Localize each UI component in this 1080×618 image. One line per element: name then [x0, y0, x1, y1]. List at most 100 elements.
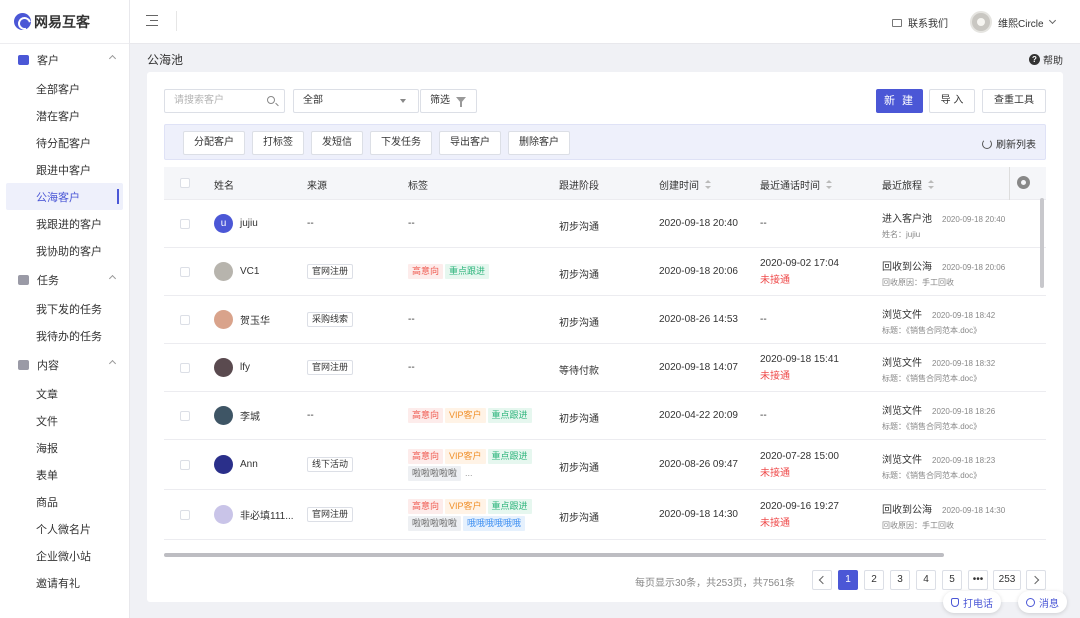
- page-button[interactable]: 5: [942, 570, 962, 590]
- call-button[interactable]: 打电话: [943, 591, 1001, 613]
- menu-collapse-icon[interactable]: [146, 15, 158, 26]
- customer-name: VC1: [240, 266, 260, 277]
- journey-cell: 回收到公海 2020-09-18 20:06 回收原因：手工回收: [882, 258, 1005, 288]
- column-header-last-call[interactable]: 最近通话时间: [760, 177, 832, 192]
- sidebar-item[interactable]: 海报: [0, 434, 129, 461]
- sidebar-item[interactable]: 企业微小站: [0, 542, 129, 569]
- logo[interactable]: 网易互客: [0, 0, 129, 44]
- sidebar-item[interactable]: 我跟进的客户: [0, 210, 129, 237]
- filter-button[interactable]: 筛选: [420, 89, 477, 113]
- table-row[interactable]: lfy 官网注册 -- 等待付款 2020-09-18 14:07 2020-09-18 …: [164, 344, 1046, 392]
- journey-title: 浏览文件: [882, 358, 922, 369]
- row-checkbox[interactable]: [180, 267, 190, 277]
- row-checkbox[interactable]: [180, 219, 190, 229]
- sidebar-item[interactable]: 跟进中客户: [0, 156, 129, 183]
- journey-cell: 回收到公海 2020-09-18 14:30 回收原因：手工回收: [882, 501, 1005, 531]
- journey-time: 2020-09-18 18:26: [932, 407, 996, 416]
- gear-icon[interactable]: [1017, 176, 1030, 189]
- page-button[interactable]: 1: [838, 570, 858, 590]
- sidebar-item[interactable]: 文件: [0, 407, 129, 434]
- page-button[interactable]: 3: [890, 570, 910, 590]
- vertical-scrollbar[interactable]: [1040, 198, 1044, 288]
- new-button[interactable]: 新 建: [876, 89, 923, 113]
- search-icon[interactable]: [267, 96, 275, 104]
- page-button[interactable]: 4: [916, 570, 936, 590]
- user-menu[interactable]: 维熙Circle: [970, 11, 1056, 33]
- last-call-time: --: [760, 218, 767, 229]
- help-link[interactable]: ? 帮助: [1029, 52, 1063, 67]
- tag-list: 高意向 重点跟进: [408, 264, 553, 279]
- select-all-checkbox[interactable]: [180, 178, 190, 188]
- sidebar-group-1[interactable]: 任务: [0, 265, 129, 295]
- sidebar-item[interactable]: 我下发的任务: [0, 295, 129, 322]
- sidebar-item[interactable]: 我协助的客户: [0, 237, 129, 264]
- source-tag: 线下活动: [307, 457, 354, 472]
- customer-name-cell[interactable]: 贺玉华: [214, 310, 270, 329]
- refresh-list-button[interactable]: 刷新列表: [982, 136, 1036, 151]
- customer-name: Ann: [240, 459, 258, 470]
- sidebar-item[interactable]: 潜在客户: [0, 102, 129, 129]
- refresh-icon: [982, 138, 992, 149]
- message-button[interactable]: 消息: [1018, 591, 1067, 613]
- search-input[interactable]: 请搜索客户: [164, 89, 285, 113]
- source-tag: 官网注册: [307, 360, 354, 375]
- horizontal-scrollbar[interactable]: [164, 553, 944, 557]
- table-row[interactable]: 贺玉华 采购线索 -- 初步沟通 2020-08-26 14:53 -- 浏览文件 2020-…: [164, 296, 1046, 344]
- customer-name-cell[interactable]: 李城: [214, 406, 260, 425]
- import-button[interactable]: 导 入: [929, 89, 975, 113]
- table-row[interactable]: VC1 官网注册 高意向 重点跟进 初步沟通 2020-09-18 20:06 2020-0…: [164, 248, 1046, 296]
- sidebar-item[interactable]: 邀请有礼: [0, 569, 129, 596]
- table-row[interactable]: 非必填111... 官网注册 高意向 VIP客户 重点跟进 啦啦啦啦啦 哦哦哦哦哦哦 初步沟通…: [164, 490, 1046, 540]
- sidebar-group-0[interactable]: 客户: [0, 45, 129, 75]
- contact-us-link[interactable]: 联系我们: [892, 15, 948, 30]
- table-row[interactable]: 李城 -- 高意向 VIP客户 重点跟进 初步沟通 2020-04-22 20:09 -- 浏览…: [164, 392, 1046, 440]
- column-header-created[interactable]: 创建时间: [659, 177, 711, 192]
- row-checkbox[interactable]: [180, 460, 190, 470]
- call-status: 未接通: [760, 275, 790, 286]
- row-checkbox[interactable]: [180, 510, 190, 520]
- bulk-action-button[interactable]: 导出客户: [439, 131, 501, 155]
- table-row[interactable]: u jujiu -- -- 初步沟通 2020-09-18 20:40 -- 进入客户池 202…: [164, 200, 1046, 248]
- sidebar-item[interactable]: 商品: [0, 488, 129, 515]
- created-time: 2020-04-22 20:09: [659, 410, 738, 421]
- bulk-action-button[interactable]: 打标签: [252, 131, 304, 155]
- created-time: 2020-09-18 14:30: [659, 509, 738, 520]
- scope-select-value: 全部: [303, 95, 323, 106]
- row-checkbox[interactable]: [180, 363, 190, 373]
- page-button-last[interactable]: 253: [993, 570, 1021, 590]
- bulk-action-button[interactable]: 下发任务: [370, 131, 432, 155]
- scope-select[interactable]: 全部: [293, 89, 419, 113]
- customer-name-cell[interactable]: 非必填111...: [214, 505, 294, 524]
- column-header-journey[interactable]: 最近旅程: [882, 177, 934, 192]
- sidebar-item[interactable]: 表单: [0, 461, 129, 488]
- tag-badge: VIP客户: [445, 449, 486, 464]
- divider: [176, 11, 177, 31]
- prev-page-button[interactable]: [812, 570, 832, 590]
- journey-cell: 浏览文件 2020-09-18 18:32 标题：《销售合同范本.doc》: [882, 354, 995, 384]
- sidebar-group-2[interactable]: 内容: [0, 350, 129, 380]
- task-icon: [18, 275, 29, 285]
- row-checkbox[interactable]: [180, 411, 190, 421]
- sidebar-item[interactable]: 文章: [0, 380, 129, 407]
- page-ellipsis[interactable]: •••: [968, 570, 988, 590]
- customer-name-cell[interactable]: u jujiu: [214, 214, 258, 233]
- bulk-action-button[interactable]: 删除客户: [508, 131, 570, 155]
- column-header-last-call-label: 最近通话时间: [760, 181, 820, 192]
- customer-name-cell[interactable]: Ann: [214, 455, 258, 474]
- sidebar-item[interactable]: 我待办的任务: [0, 322, 129, 349]
- sidebar-item[interactable]: 个人微名片: [0, 515, 129, 542]
- next-page-button[interactable]: [1026, 570, 1046, 590]
- sidebar-item[interactable]: 待分配客户: [0, 129, 129, 156]
- customer-name-cell[interactable]: lfy: [214, 358, 250, 377]
- sidebar-item[interactable]: 全部客户: [0, 75, 129, 102]
- bulk-action-button[interactable]: 发短信: [311, 131, 363, 155]
- dedupe-tool-button[interactable]: 查重工具: [982, 89, 1046, 113]
- bulk-action-button[interactable]: 分配客户: [183, 131, 245, 155]
- journey-cell: 浏览文件 2020-09-18 18:42 标题：《销售合同范本.doc》: [882, 306, 995, 336]
- journey-detail: 标题：《销售合同范本.doc》: [882, 471, 982, 480]
- customer-name-cell[interactable]: VC1: [214, 262, 259, 281]
- page-button[interactable]: 2: [864, 570, 884, 590]
- sidebar-item[interactable]: 公海客户: [6, 183, 123, 210]
- row-checkbox[interactable]: [180, 315, 190, 325]
- table-row[interactable]: Ann 线下活动 高意向 VIP客户 重点跟进 啦啦啦啦啦... 初步沟通 2020-08-2…: [164, 440, 1046, 490]
